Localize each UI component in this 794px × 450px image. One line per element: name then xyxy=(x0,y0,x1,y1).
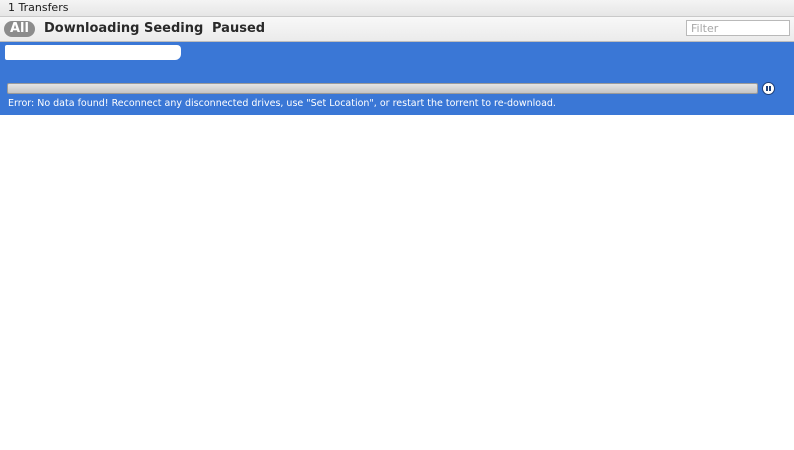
filter-bar: All Downloading Seeding Paused xyxy=(0,17,794,42)
filter-input[interactable] xyxy=(686,20,790,36)
progress-bar xyxy=(7,83,758,94)
torrent-status-error: Error: No data found! Reconnect any disc… xyxy=(8,98,556,109)
title-bar: 1 Transfers xyxy=(0,0,794,17)
tab-all[interactable]: All xyxy=(4,21,35,37)
pause-icon[interactable] xyxy=(762,82,775,95)
tab-seeding[interactable]: Seeding xyxy=(144,21,203,37)
torrent-name xyxy=(5,45,181,60)
tab-paused[interactable]: Paused xyxy=(212,21,265,37)
transmission-window: 1 Transfers All Downloading Seeding Paus… xyxy=(0,0,794,450)
torrent-row[interactable]: Error: No data found! Reconnect any disc… xyxy=(0,42,794,115)
tab-downloading[interactable]: Downloading xyxy=(44,21,139,37)
transfer-count: 1 Transfers xyxy=(8,1,69,14)
